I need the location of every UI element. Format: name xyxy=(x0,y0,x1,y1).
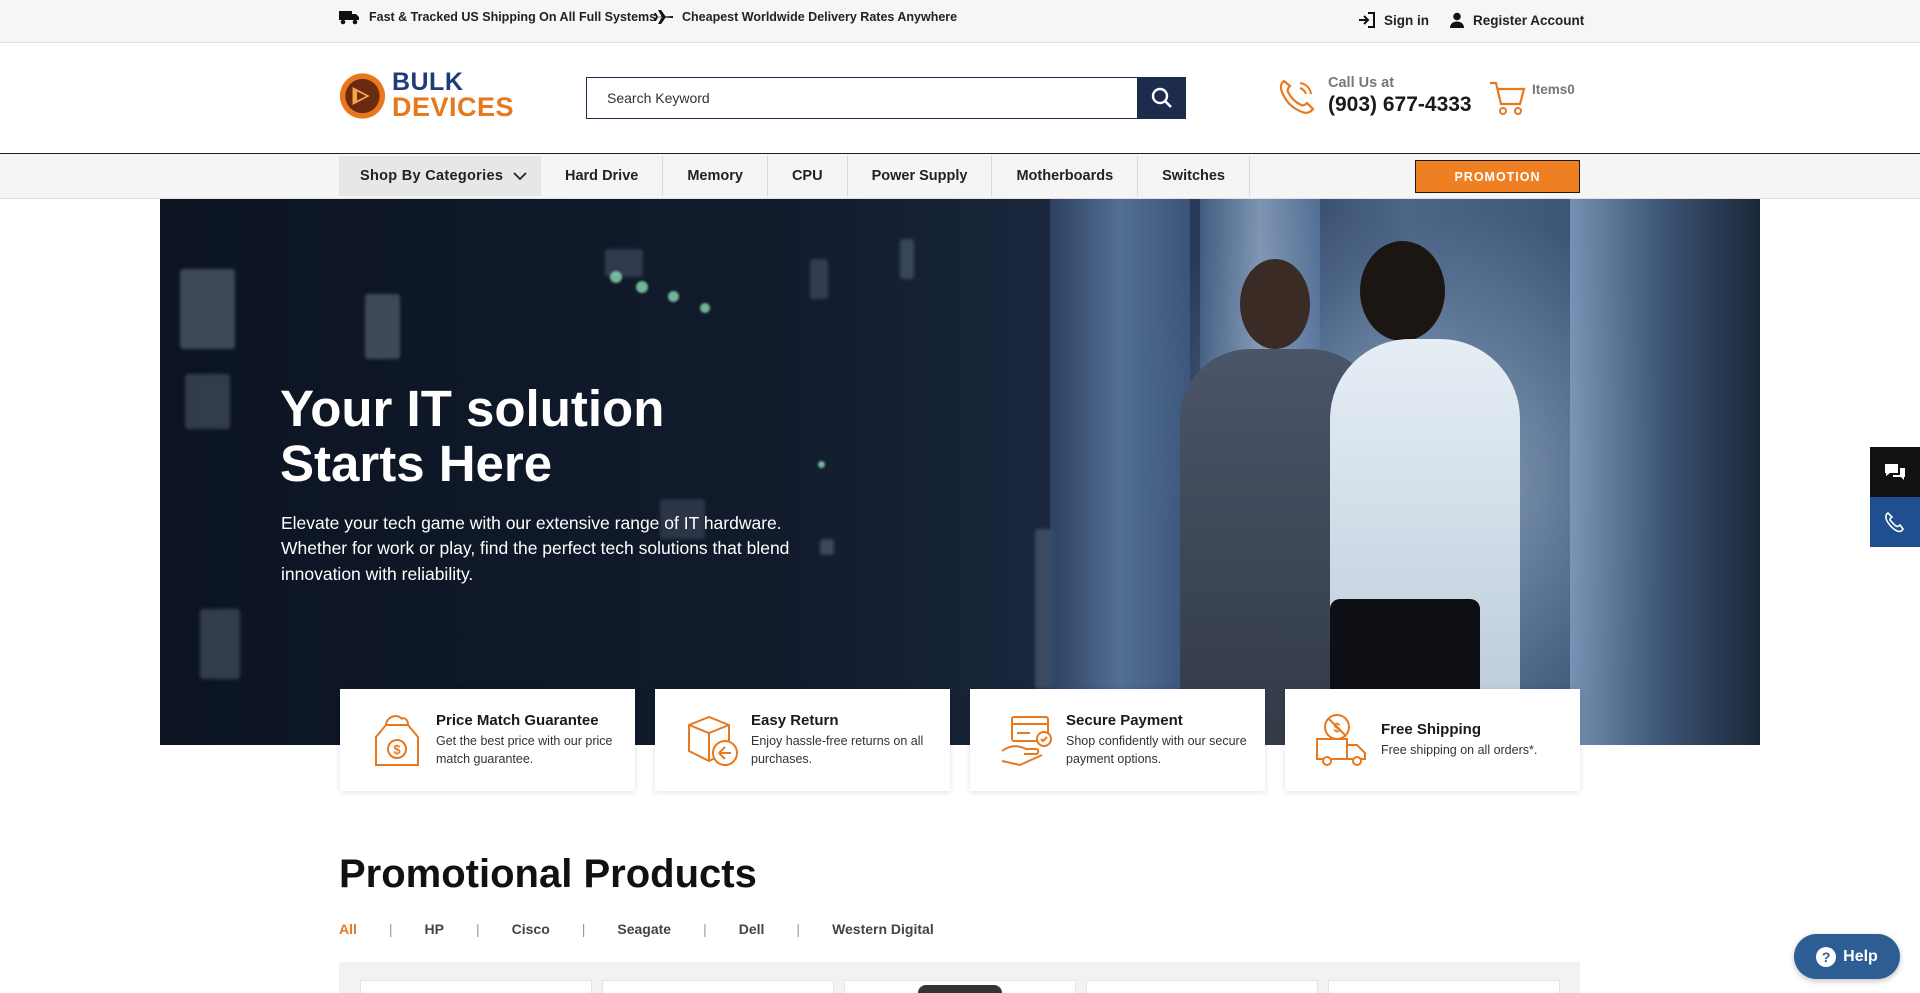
nav-link-hard-drive[interactable]: Hard Drive xyxy=(541,156,664,196)
sign-in-label: Sign in xyxy=(1384,12,1429,28)
register-account-link[interactable]: Register Account xyxy=(1449,12,1584,28)
worldwide-delivery-text: Cheapest Worldwide Delivery Rates Anywhe… xyxy=(682,10,958,24)
feature-free-shipping: $ Free Shipping Free shipping on all ord… xyxy=(1285,689,1580,791)
secure-card-icon xyxy=(1001,716,1052,767)
user-icon xyxy=(1450,12,1464,28)
logo-text-bulk: BULK xyxy=(391,67,464,96)
product-card[interactable] xyxy=(844,980,1076,993)
nav-link-switches[interactable]: Switches xyxy=(1138,156,1250,196)
category-links: Hard Drive Memory CPU Power Supply Mothe… xyxy=(541,156,1250,196)
nav-link-cpu[interactable]: CPU xyxy=(768,156,848,196)
register-label: Register Account xyxy=(1473,12,1585,28)
shop-by-categories-dropdown[interactable]: Shop By Categories xyxy=(339,156,541,196)
truck-icon xyxy=(339,11,359,25)
chat-bubbles-icon xyxy=(1885,464,1905,480)
bulk-devices-logo[interactable]: BULK DEVICES xyxy=(339,68,514,123)
search-button[interactable] xyxy=(1137,77,1186,119)
top-utility-bar: Fast & Tracked US Shipping On All Full S… xyxy=(0,0,1920,43)
hero-person-man xyxy=(1240,259,1310,349)
hero-headline-line2: Starts Here xyxy=(280,435,553,493)
hero-banner: Your IT solution Starts Here Elevate you… xyxy=(160,199,1760,745)
feature-title: Free Shipping xyxy=(1381,720,1482,738)
filter-tab-cisco[interactable]: Cisco xyxy=(512,921,550,937)
phone-icon xyxy=(1279,79,1315,114)
logo-mark-icon xyxy=(339,72,386,119)
nav-link-motherboards[interactable]: Motherboards xyxy=(992,156,1139,196)
product-card[interactable] xyxy=(1328,980,1560,993)
product-card[interactable] xyxy=(360,980,592,993)
categories-label: Shop By Categories xyxy=(360,168,504,184)
hero-headline: Your IT solution Starts Here xyxy=(280,381,880,491)
filter-tab-hp[interactable]: HP xyxy=(425,921,444,937)
call-us-label: Call Us at xyxy=(1328,75,1395,91)
cart-icon xyxy=(1490,81,1526,115)
phone-number[interactable]: (903) 677-4333 xyxy=(1328,93,1472,117)
site-header: BULK DEVICES Call Us at (903) 677-4333 I… xyxy=(0,43,1920,154)
logo-text-devices: DEVICES xyxy=(391,91,514,122)
feature-secure-payment: Secure Payment Shop confidently with our… xyxy=(970,689,1265,791)
feature-description: Get the best price with our price match … xyxy=(436,733,613,766)
nav-link-memory[interactable]: Memory xyxy=(663,156,768,196)
feature-description: Shop confidently with our secure payment… xyxy=(1066,733,1247,766)
feature-description: Enjoy hassle-free returns on all purchas… xyxy=(751,733,924,766)
chevron-down-icon xyxy=(513,171,527,180)
feature-title: Secure Payment xyxy=(1066,711,1183,729)
hero-person-woman xyxy=(1360,241,1445,341)
promotional-products-heading: Promotional Products xyxy=(339,852,757,896)
feature-easy-return: Easy Return Enjoy hassle-free returns on… xyxy=(655,689,950,791)
question-icon: ? xyxy=(1816,946,1837,967)
cart-count: 0 xyxy=(1567,82,1575,97)
price-tag-icon: $ xyxy=(375,715,419,766)
call-us-block[interactable]: Call Us at (903) 677-4333 xyxy=(1276,75,1472,117)
promotion-button[interactable]: PROMOTION xyxy=(1415,160,1580,193)
feature-title: Easy Return xyxy=(751,711,839,729)
filter-tab-seagate[interactable]: Seagate xyxy=(617,921,671,937)
side-chat-button[interactable] xyxy=(1870,447,1920,497)
product-card[interactable] xyxy=(1086,980,1318,993)
filter-tab-all[interactable]: All xyxy=(339,921,357,937)
return-box-icon xyxy=(688,715,738,766)
filter-tab-dell[interactable]: Dell xyxy=(739,921,765,937)
sign-in-icon xyxy=(1359,12,1375,28)
brand-filter-tabs: All | HP | Cisco | Seagate | Dell | West… xyxy=(339,921,934,937)
search-bar xyxy=(586,77,1186,119)
side-phone-button[interactable] xyxy=(1870,497,1920,547)
help-label: Help xyxy=(1843,947,1878,965)
sign-in-link[interactable]: Sign in xyxy=(1358,12,1429,28)
feature-price-match: $ Price Match Guarantee Get the best pri… xyxy=(340,689,635,791)
hero-description: Elevate your tech game with our extensiv… xyxy=(281,513,790,584)
feature-title: Price Match Guarantee xyxy=(436,711,599,729)
hero-headline-line1: Your IT solution xyxy=(280,380,665,437)
phone-icon xyxy=(1885,512,1904,533)
nav-link-power-supply[interactable]: Power Supply xyxy=(848,156,993,196)
filter-tab-western-digital[interactable]: Western Digital xyxy=(832,921,934,937)
search-icon xyxy=(1151,87,1172,108)
help-widget-button[interactable]: ? Help xyxy=(1794,934,1900,979)
cart-items-label: Items0 xyxy=(1532,82,1575,97)
main-navigation: Shop By Categories Hard Drive Memory CPU… xyxy=(0,154,1920,199)
us-shipping-text: Fast & Tracked US Shipping On All Full S… xyxy=(369,10,657,24)
svg-text:$: $ xyxy=(393,742,401,757)
feature-description: Free shipping on all orders*. xyxy=(1381,742,1538,757)
worldwide-delivery-notice: Cheapest Worldwide Delivery Rates Anywhe… xyxy=(654,9,957,25)
us-shipping-notice: Fast & Tracked US Shipping On All Full S… xyxy=(339,9,656,25)
delivery-truck-icon: $ xyxy=(1316,714,1366,766)
cart-button[interactable]: Items0 xyxy=(1488,78,1575,118)
product-carousel xyxy=(339,962,1580,993)
plane-icon xyxy=(654,10,673,24)
search-input[interactable] xyxy=(586,77,1137,119)
product-card[interactable] xyxy=(602,980,834,993)
